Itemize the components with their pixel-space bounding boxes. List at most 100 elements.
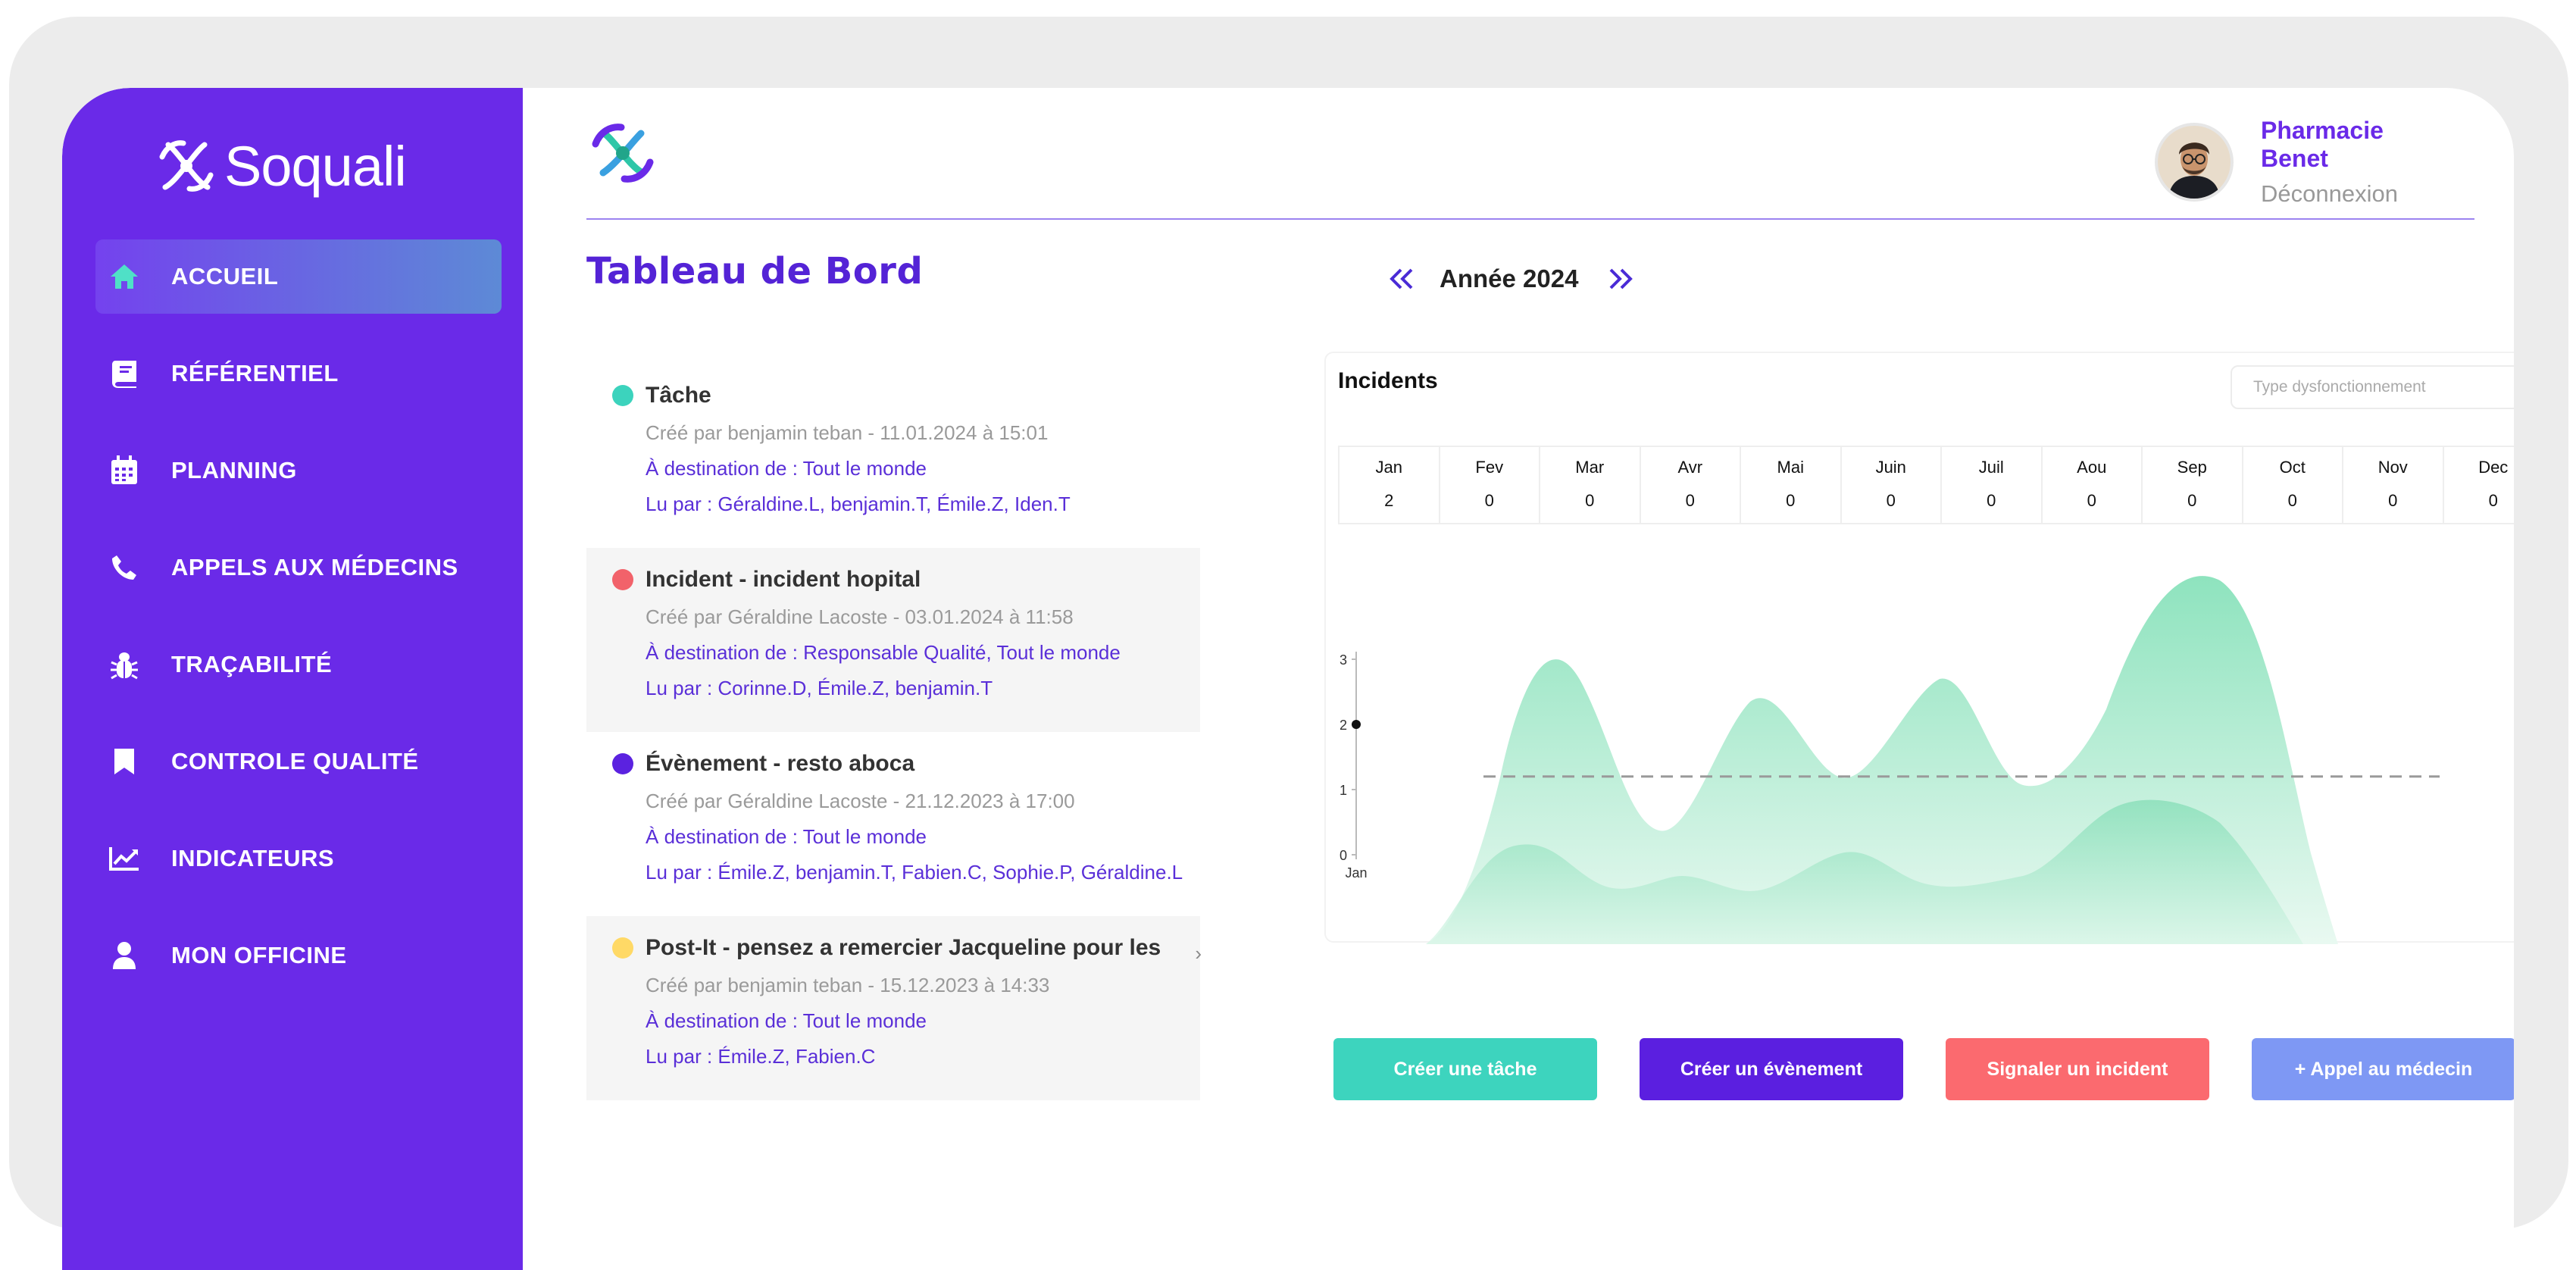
feed-item[interactable]: Tâche Créé par benjamin teban - 11.01.20… — [586, 364, 1200, 548]
month-value: 0 — [2388, 491, 2398, 510]
logout-link[interactable]: Déconnexion — [2261, 180, 2450, 208]
sidebar-item-tracabilite[interactable]: TRAÇABILITÉ — [95, 627, 502, 702]
book-icon — [108, 357, 141, 390]
y-tick-label: 2 — [1340, 718, 1347, 733]
month-name: Avr — [1677, 458, 1703, 477]
main-content: Pharmacie Benet Déconnexion Tableau de B… — [523, 88, 2514, 1270]
chevron-right-icon[interactable]: › — [1195, 942, 1202, 965]
soquali-logo-icon — [159, 140, 214, 192]
month-name: Juil — [1978, 458, 2004, 477]
sidebar-item-label: RÉFÉRENTIEL — [171, 360, 339, 386]
create-event-button[interactable]: Créer un évènement — [1640, 1038, 1903, 1100]
feed-item-destination: À destination de : Tout le monde — [646, 825, 927, 848]
month-value: 0 — [1484, 491, 1494, 510]
month-value: 0 — [1886, 491, 1896, 510]
home-icon — [108, 260, 141, 293]
month-cell: Nov 0 — [2343, 447, 2444, 523]
user-icon — [108, 939, 141, 972]
y-tick-label: 0 — [1340, 848, 1347, 863]
y-tick-label: 3 — [1340, 652, 1347, 668]
feed-item-read-by: Lu par : Émile.Z, Fabien.C — [646, 1045, 876, 1068]
report-incident-button[interactable]: Signaler un incident — [1946, 1038, 2209, 1100]
sidebar-item-indicateurs[interactable]: INDICATEURS — [95, 821, 502, 896]
avatar[interactable] — [2155, 123, 2234, 202]
feed-item[interactable]: Post-It - pensez a remercier Jacqueline … — [586, 916, 1202, 1100]
sidebar-nav: ACCUEIL RÉFÉRENTIEL PLANNING APPELS AUX … — [95, 239, 502, 1015]
feed-item-read-by: Lu par : Émile.Z, benjamin.T, Fabien.C, … — [646, 861, 1183, 884]
status-dot — [612, 937, 633, 959]
month-value: 0 — [2488, 491, 2498, 510]
user-info: Pharmacie Benet Déconnexion — [2261, 117, 2450, 208]
sidebar-item-label: TRAÇABILITÉ — [171, 651, 333, 677]
month-value: 0 — [2087, 491, 2096, 510]
month-cell: Juin 0 — [1842, 447, 1942, 523]
month-name: Oct — [2279, 458, 2306, 477]
feed-item-title: Post-It - pensez a remercier Jacqueline … — [646, 935, 1161, 960]
brand[interactable]: Soquali — [155, 132, 407, 200]
incidents-chart: 0 1 2 3 Jan — [1340, 576, 2440, 944]
feed-item-title: Tâche — [646, 383, 711, 408]
feed-item-meta: Créé par benjamin teban - 15.12.2023 à 1… — [646, 974, 1050, 996]
month-value: 0 — [1786, 491, 1796, 510]
user-menu: Pharmacie Benet Déconnexion — [2155, 117, 2450, 208]
soquali-color-logo-icon — [592, 124, 654, 183]
month-cell: Avr 0 — [1641, 447, 1741, 523]
month-cell: Mai 0 — [1741, 447, 1842, 523]
feed-item[interactable]: Incident - incident hopital Créé par Gér… — [586, 548, 1200, 732]
sidebar-item-label: CONTROLE QUALITÉ — [171, 748, 419, 774]
header-logo[interactable] — [586, 117, 659, 193]
create-task-button[interactable]: Créer une tâche — [1333, 1038, 1597, 1100]
feed-item[interactable]: Évènement - resto aboca Créé par Géraldi… — [586, 732, 1200, 916]
month-value: 0 — [1987, 491, 1996, 510]
month-name: Mar — [1575, 458, 1605, 477]
header-divider — [586, 218, 2474, 220]
brand-name: Soquali — [224, 134, 407, 198]
month-cell: Oct 0 — [2243, 447, 2343, 523]
bug-icon — [108, 648, 141, 681]
month-name: Fev — [1475, 458, 1504, 477]
sidebar-item-accueil[interactable]: ACCUEIL — [95, 239, 502, 314]
month-name: Mai — [1777, 458, 1804, 477]
month-name: Nov — [2377, 458, 2408, 477]
month-cell: Mar 0 — [1540, 447, 1641, 523]
next-year-icon[interactable] — [1605, 264, 1636, 294]
feed-item-destination: À destination de : Tout le monde — [646, 1009, 927, 1032]
app-window: Soquali ACCUEIL RÉFÉRENTIEL PLANNING APP… — [62, 88, 2514, 1270]
feed-item-read-by: Lu par : Corinne.D, Émile.Z, benjamin.T — [646, 677, 993, 699]
sidebar-item-planning[interactable]: PLANNING — [95, 433, 502, 508]
sidebar-item-referentiel[interactable]: RÉFÉRENTIEL — [95, 336, 502, 411]
chart-line-icon — [108, 842, 141, 875]
feed-item-meta: Créé par Géraldine Lacoste - 03.01.2024 … — [646, 605, 1074, 628]
feed-item-meta: Créé par benjamin teban - 11.01.2024 à 1… — [646, 421, 1049, 444]
month-value: 0 — [2287, 491, 2297, 510]
month-name: Jan — [1375, 458, 1402, 477]
year-label: Année 2024 — [1440, 264, 1579, 292]
month-name: Sep — [2177, 458, 2207, 477]
feed-item-destination: À destination de : Tout le monde — [646, 457, 927, 480]
month-value: 0 — [1585, 491, 1595, 510]
year-navigator: Année 2024 — [1386, 264, 1636, 294]
sidebar-item-label: MON OFFICINE — [171, 942, 347, 968]
monthly-incident-table: Jan 2 Fev 0 Mar 0 Avr 0 Mai 0 Juin 0 Juil 0 Aou 0 Sep 0 Oc… — [1338, 446, 2514, 524]
call-doctor-button[interactable]: + Appel au médecin — [2252, 1038, 2514, 1100]
month-value: 0 — [2187, 491, 2197, 510]
data-point — [1352, 720, 1361, 729]
previous-year-icon[interactable] — [1386, 264, 1417, 294]
status-dot — [612, 753, 633, 774]
x-tick-label: Jan — [1345, 865, 1367, 881]
status-dot — [612, 385, 633, 406]
sidebar-item-mon-officine[interactable]: MON OFFICINE — [95, 918, 502, 993]
feed-item-title: Évènement - resto aboca — [646, 751, 915, 776]
feed-item-read-by: Lu par : Géraldine.L, benjamin.T, Émile.… — [646, 493, 1071, 515]
y-tick-label: 1 — [1340, 783, 1347, 798]
sidebar-item-controle-qualite[interactable]: CONTROLE QUALITÉ — [95, 724, 502, 799]
sidebar-item-label: ACCUEIL — [171, 263, 279, 289]
sidebar-item-appels[interactable]: APPELS AUX MÉDECINS — [95, 530, 502, 605]
month-cell: Dec 0 — [2444, 447, 2515, 523]
month-name: Juin — [1875, 458, 1906, 477]
dysfunction-type-select[interactable]: Type dysfonctionnement — [2231, 365, 2514, 409]
feed-item-title: Incident - incident hopital — [646, 567, 921, 592]
month-value: 2 — [1384, 491, 1394, 510]
month-cell: Fev 0 — [1440, 447, 1540, 523]
feed-item-meta: Créé par Géraldine Lacoste - 21.12.2023 … — [646, 790, 1075, 812]
